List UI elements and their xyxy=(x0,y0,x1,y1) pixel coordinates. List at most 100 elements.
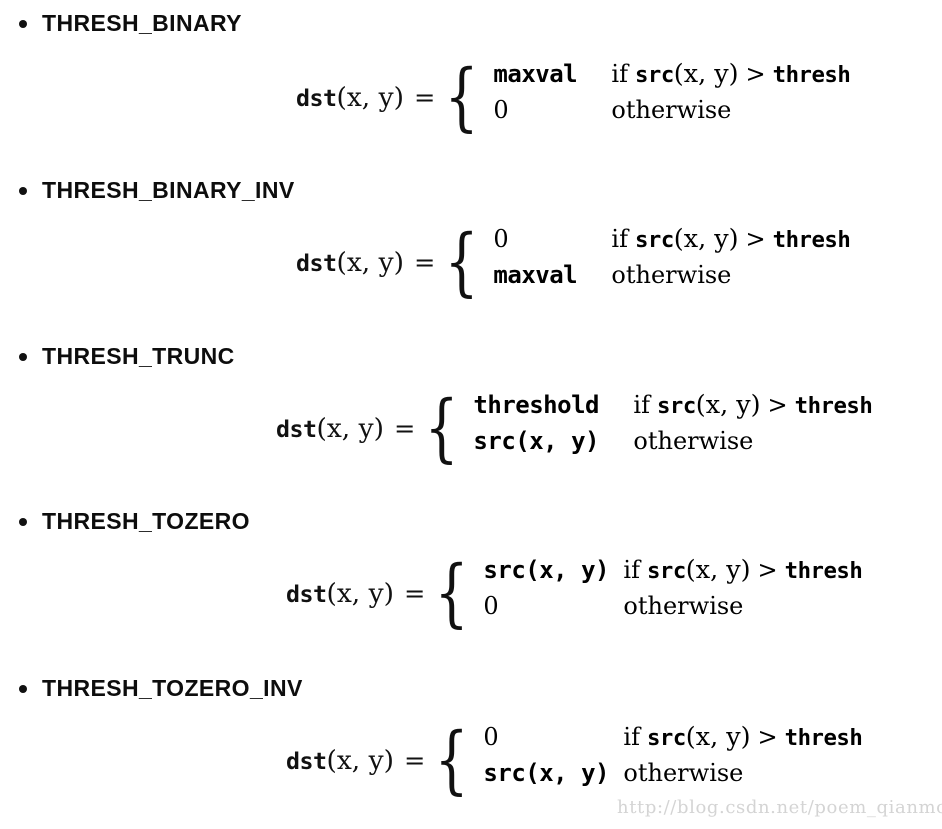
case-value: 0 xyxy=(493,225,509,253)
case-line: 0 otherwise xyxy=(493,98,850,135)
threshold-section: THRESH_TRUNC dst (x, y) = { threshold if … xyxy=(0,341,942,465)
function-name-dst: dst xyxy=(296,249,337,277)
function-args: (x, y) xyxy=(336,81,404,113)
case-line: src(x, y) otherwise xyxy=(483,761,862,798)
case-value: maxval xyxy=(493,261,578,289)
condition-args: (x, y) xyxy=(673,58,739,88)
threshold-section: THRESH_TOZERO_INV dst (x, y) = { 0 if src… xyxy=(0,673,942,797)
function-name-dst: dst xyxy=(286,747,327,775)
case-value: src(x, y) xyxy=(483,556,609,584)
section-heading-label: THRESH_TOZERO xyxy=(42,508,250,534)
case-condition: otherwise xyxy=(611,96,732,124)
function-args: (x, y) xyxy=(326,577,394,609)
watermark-url: http://blog.csdn.net/poem_qianmo xyxy=(617,797,942,818)
greater-than-sign: > xyxy=(745,60,766,88)
left-curly-brace-icon: { xyxy=(434,550,469,637)
equals-sign: = xyxy=(403,578,426,609)
left-curly-brace-icon: { xyxy=(434,717,469,804)
cases-block: maxval if src (x, y) > thresh 0 otherwise xyxy=(493,58,851,135)
condition-args: (x, y) xyxy=(685,554,751,584)
function-args: (x, y) xyxy=(326,744,394,776)
bullet-icon xyxy=(19,353,27,361)
condition-function-src: src xyxy=(634,62,674,88)
formula-row: dst(x, y) = { 0 if src(x, y) > thresh xyxy=(0,718,942,804)
case-condition: if src (x, y) > thresh xyxy=(623,723,862,751)
function-args: (x, y) xyxy=(316,412,384,444)
section-heading-label: THRESH_BINARY xyxy=(42,10,242,36)
case-condition: otherwise xyxy=(633,427,754,455)
threshold-section: THRESH_TOZERO dst (x, y) = { src(x, y) if… xyxy=(0,506,942,630)
condition-function-src: src xyxy=(646,725,686,751)
threshold-section: THRESH_BINARY dst (x, y) = { maxval if sr… xyxy=(0,8,942,134)
section-heading-row: THRESH_BINARY_INV xyxy=(0,175,942,209)
case-line: maxval otherwise xyxy=(493,263,850,300)
bullet-icon xyxy=(19,187,27,195)
bullet-icon xyxy=(19,518,27,526)
formula-row: dst(x, y) = { 0 if src(x, y) > thresh xyxy=(0,220,942,306)
cases-block: 0 if src (x, y) > thresh maxval otherwise xyxy=(493,223,851,300)
case-value: src(x, y) xyxy=(473,427,599,455)
formula-left-hand-side: dst (x, y) = xyxy=(286,744,434,776)
condition-function-src: src xyxy=(646,558,686,584)
formula-expression: dst(x, y) = { 0 if src(x, y) > thresh xyxy=(296,219,851,306)
formula-expression: dst(x, y) = { 0 if src(x, y) > thresh xyxy=(286,717,863,804)
equals-sign: = xyxy=(413,82,436,113)
formula-expression: dst (x, y) = { src(x, y) if src (x, y) > t… xyxy=(286,550,863,637)
case-line: 0 otherwise xyxy=(483,594,862,631)
case-condition: if src (x, y) > thresh xyxy=(633,391,872,419)
case-value: src(x, y) xyxy=(483,759,609,787)
case-condition: if src (x, y) > thresh xyxy=(623,554,863,584)
function-args: (x, y) xyxy=(336,246,404,278)
case-condition: if src (x, y) > thresh xyxy=(611,223,851,253)
condition-args: (x, y) xyxy=(673,223,739,253)
section-heading-row: THRESH_BINARY xyxy=(0,8,942,42)
condition-threshold: thresh xyxy=(772,227,851,253)
formula-row: dst (x, y) = { maxval if src (x, y) > thre… xyxy=(0,55,942,141)
condition-if-keyword: if xyxy=(623,556,640,584)
formula-left-hand-side: dst (x, y) = xyxy=(276,412,424,444)
condition-if-keyword: if xyxy=(633,391,650,419)
greater-than-sign: > xyxy=(767,391,788,419)
formula-row: dst (x, y) = { threshold if src (x, y) > t… xyxy=(0,386,942,472)
bullet-icon xyxy=(19,20,27,28)
formula-row: dst (x, y) = { src(x, y) if src (x, y) > t… xyxy=(0,551,942,637)
equals-sign: = xyxy=(403,745,426,776)
condition-threshold: thresh xyxy=(784,558,863,584)
left-curly-brace-icon: { xyxy=(444,54,479,141)
condition-if-keyword: if xyxy=(623,723,640,751)
cases-block: src(x, y) if src (x, y) > thresh 0 otherw… xyxy=(483,554,863,631)
case-value: 0 xyxy=(493,96,509,124)
formula-left-hand-side: dst (x, y) = xyxy=(296,246,444,278)
cases-block: 0 if src (x, y) > thresh src(x, y) otherw… xyxy=(483,723,862,798)
left-curly-brace-icon: { xyxy=(444,219,479,306)
condition-threshold: thresh xyxy=(772,62,851,88)
equals-sign: = xyxy=(413,247,436,278)
function-name-dst: dst xyxy=(296,84,337,112)
condition-function-src: src xyxy=(634,227,674,253)
formula-expression: dst (x, y) = { maxval if src (x, y) > thre… xyxy=(296,54,851,141)
threshold-section: THRESH_BINARY_INV dst (x, y) = { 0 if src… xyxy=(0,175,942,299)
condition-if-keyword: if xyxy=(611,225,628,253)
cases-block: threshold if src (x, y) > thresh src(x, y… xyxy=(473,391,872,466)
formula-expression: dst (x, y) = { threshold if src (x, y) > t… xyxy=(276,385,873,472)
document-page: THRESH_BINARY dst (x, y) = { maxval if sr… xyxy=(0,0,942,829)
condition-if-keyword: if xyxy=(611,60,628,88)
case-value: maxval xyxy=(493,60,578,88)
case-line: src(x, y) otherwise xyxy=(473,429,872,466)
section-heading-label: THRESH_TOZERO_INV xyxy=(42,675,303,701)
case-value: 0 xyxy=(483,723,499,751)
function-name-dst: dst xyxy=(276,415,317,443)
formula-left-hand-side: dst (x, y) = xyxy=(296,81,444,113)
equals-sign: = xyxy=(393,413,416,444)
case-condition: if src (x, y) > thresh xyxy=(611,58,851,88)
section-heading-label: THRESH_TRUNC xyxy=(42,343,235,369)
left-curly-brace-icon: { xyxy=(424,385,459,472)
section-heading-row: THRESH_TRUNC xyxy=(0,341,942,375)
section-heading-row: THRESH_TOZERO xyxy=(0,506,942,540)
case-condition: otherwise xyxy=(623,592,744,620)
greater-than-sign: > xyxy=(745,225,766,253)
case-value: threshold xyxy=(473,391,599,419)
case-condition: otherwise xyxy=(611,261,732,289)
case-value: 0 xyxy=(483,592,499,620)
greater-than-sign: > xyxy=(757,556,778,584)
